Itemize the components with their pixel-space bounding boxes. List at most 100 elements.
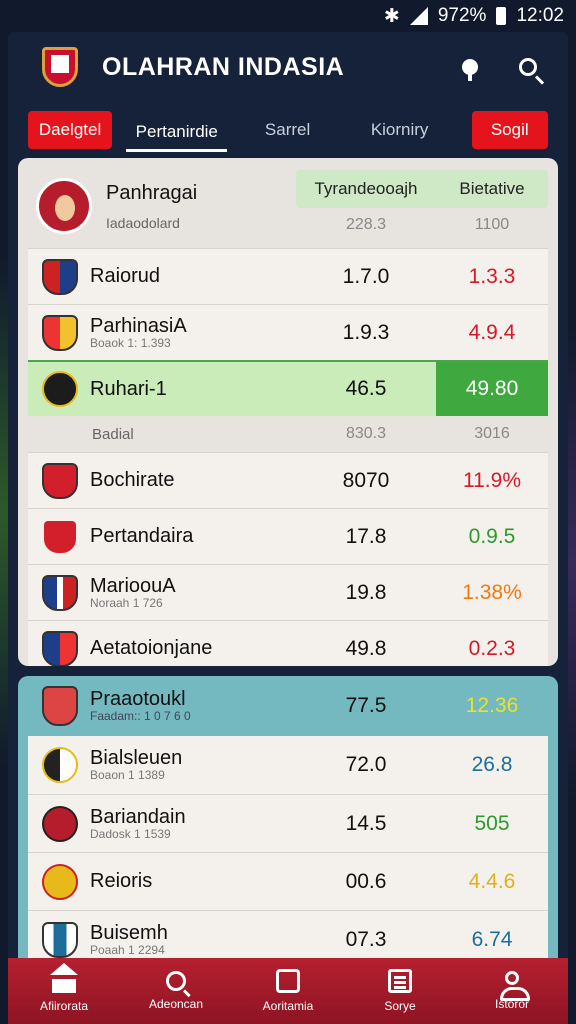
team-subtext: Dadosk 1 1539 [90, 826, 171, 841]
stat-value-2: 1.38% [462, 580, 522, 604]
team-crest-icon [42, 314, 78, 351]
subtotal-value-1: 830.3 [345, 425, 387, 442]
whistle-icon [462, 59, 478, 81]
team-crest-icon [42, 371, 78, 407]
team-name: Pertandaira [90, 525, 194, 547]
table-row[interactable]: Bialsleuen Boaon 1 1389 72.0 26.8 [28, 736, 548, 794]
stat-value-1: 1.9.3 [342, 320, 390, 344]
team-name: Bariandain [90, 805, 186, 828]
table-row[interactable]: Raiorud 1.7.0 1.3.3 [28, 248, 548, 304]
league-panel: Praaotoukl Faadam:: 1 0 7 6 0 77.5 12.36 … [18, 676, 558, 976]
tab-sarrel[interactable]: Sarrel [247, 111, 327, 149]
stat-value-2: 505 [474, 811, 510, 835]
table-row[interactable]: Bariandain Dadosk 1 1539 14.5 505 [28, 794, 548, 852]
battery-text: 972% [437, 5, 487, 26]
stat-value-2: 0.9.5 [468, 524, 516, 548]
tab-pertanirdie[interactable]: Pertanirdie [126, 108, 228, 152]
team-subtext: Poaah 1 2294 [90, 942, 165, 957]
stat-value-1: 00.6 [345, 869, 387, 893]
whistle-button[interactable] [448, 45, 492, 89]
team-crest-icon [42, 863, 78, 900]
table-row[interactable]: ParhinasiA Boaok 1: 1.393 1.9.3 4.9.4 [28, 304, 548, 360]
team-name: Bochirate [90, 469, 175, 491]
stat-value-2: 4.4.6 [468, 869, 516, 893]
nav-label: Sorye [384, 999, 416, 1013]
team-crest-icon [42, 258, 78, 295]
table-row[interactable]: Bochirate 8070 11.9% [28, 452, 548, 508]
stat-value-2: 11.9% [463, 468, 521, 492]
team-crest-icon [42, 747, 78, 783]
standings-panel: Panhragai Iadaodolard Tyrandeooajh Bieta… [18, 158, 558, 666]
team-crest-icon [42, 518, 78, 555]
list-icon [388, 969, 412, 993]
subtotal-row: Badial 830.3 3016 [28, 416, 548, 452]
stat-value-2: 26.8 [471, 753, 513, 776]
stat-value-1: 8070 [342, 468, 390, 492]
app-title: OLAHRAN INDASIA [102, 52, 345, 81]
nav-profile[interactable]: Istoror [456, 958, 568, 1024]
team-crest-icon [42, 574, 78, 611]
stat-value-1: 07.3 [345, 927, 387, 951]
header-value-1: 228.3 [345, 216, 387, 233]
team-crest-icon [42, 630, 78, 666]
team-crest-icon [42, 921, 78, 958]
column-header-1[interactable]: Tyrandeooajh [296, 179, 436, 199]
stat-value-1: 19.8 [345, 580, 387, 604]
stat-value-1: 77.5 [345, 694, 387, 717]
subtotal-label: Badial [92, 425, 134, 443]
table-row[interactable]: MarioouA Noraah 1 726 19.8 1.38% [28, 564, 548, 620]
user-icon [500, 971, 530, 1001]
nav-label: Aoritamia [262, 999, 314, 1013]
tab-kiorniry[interactable]: Kiorniry [354, 111, 446, 149]
app-header: OLAHRAN INDASIA [8, 32, 568, 102]
tab-daelgtel[interactable]: Daelgtel [28, 111, 113, 149]
stat-value-2: 1.3.3 [468, 264, 516, 288]
tab-sogil[interactable]: Sogil [471, 111, 548, 149]
team-crest-icon [42, 805, 78, 842]
search-icon [166, 971, 186, 991]
search-icon [519, 58, 537, 76]
tab-bar: Daelgtel Pertanirdie Sarrel Kiorniry Sog… [8, 102, 568, 158]
table-row[interactable]: Reioris 00.6 4.4.6 [28, 852, 548, 910]
team-name: Ruhari-1 [90, 377, 167, 400]
pin-icon [276, 969, 300, 993]
team-name: Bialsleuen [90, 747, 183, 770]
league-list: Bialsleuen Boaon 1 1389 72.0 26.8 Bariand… [28, 736, 548, 968]
table-row-highlighted[interactable]: Ruhari-1 46.5 49.80 [28, 360, 548, 416]
nav-list[interactable]: Sorye [344, 958, 456, 1024]
home-icon [50, 963, 78, 993]
stat-value-1: 49.8 [345, 636, 387, 660]
nav-home[interactable]: Afiirorata [8, 958, 120, 1024]
stat-value-1: 14.5 [345, 811, 387, 835]
signal-icon [409, 7, 428, 25]
team-name: Aetatoionjane [90, 637, 213, 659]
battery-icon [496, 7, 507, 25]
table-row[interactable]: Pertandaira 17.8 0.9.5 [28, 508, 548, 564]
stat-value-1: 46.5 [345, 377, 387, 400]
team-name: MarioouA [90, 574, 176, 597]
avatar [36, 178, 92, 234]
nav-label: Adeoncan [148, 997, 204, 1011]
column-header-2[interactable]: Bietative [436, 179, 548, 199]
search-button[interactable] [506, 45, 550, 89]
header-value-2: 1100 [474, 216, 510, 233]
team-subtext: Boaon 1 1389 [90, 768, 165, 783]
nav-pin[interactable]: Aoritamia [232, 958, 344, 1024]
team-name: ParhinasiA [90, 314, 187, 337]
team-subtext: Faadam:: 1 0 7 6 0 [90, 709, 191, 724]
stat-value-2: 12.36 [465, 694, 519, 717]
status-bar: ✱ 972% 12:02 [0, 0, 576, 32]
team-name: Raiorud [90, 265, 161, 287]
club-logo [36, 45, 84, 89]
league-header-row[interactable]: Praaotoukl Faadam:: 1 0 7 6 0 77.5 12.36 [28, 676, 548, 736]
nav-search[interactable]: Adeoncan [120, 958, 232, 1024]
section-header: Panhragai Iadaodolard Tyrandeooajh Bieta… [28, 168, 548, 248]
bottom-nav: Afiirorata Adeoncan Aoritamia Sorye Isto… [8, 958, 568, 1024]
team-crest-icon [42, 686, 78, 726]
table-row[interactable]: Aetatoionjane 49.8 0.2.3 [28, 620, 548, 666]
team-subtext: Boaok 1: 1.393 [90, 335, 171, 350]
clock: 12:02 [516, 5, 564, 26]
bluetooth-icon: ✱ [383, 5, 400, 27]
nav-label: Afiirorata [39, 999, 89, 1013]
team-crest-icon [42, 462, 78, 499]
